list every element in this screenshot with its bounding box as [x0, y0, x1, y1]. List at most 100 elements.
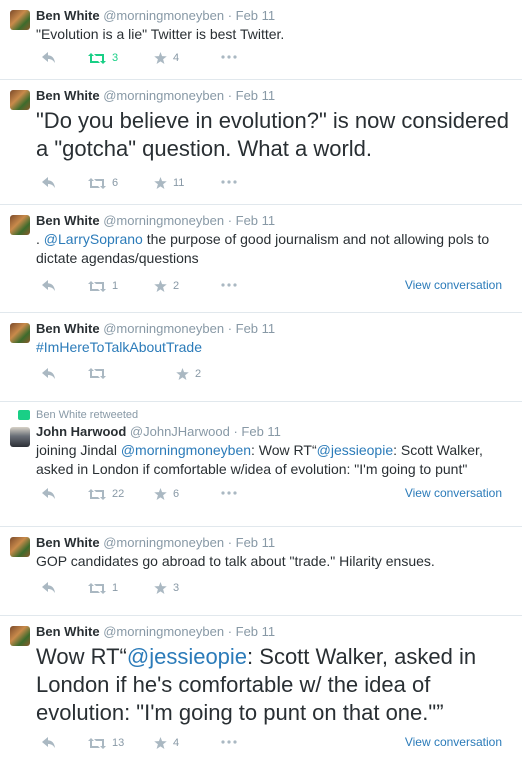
author-name[interactable]: Ben White: [36, 8, 100, 23]
retweet-icon: [88, 177, 106, 189]
tweet-text-part: .: [36, 231, 44, 247]
reply-button[interactable]: [42, 582, 56, 593]
timestamp[interactable]: · Feb 11: [228, 88, 275, 103]
reply-button[interactable]: [42, 488, 56, 499]
author-name[interactable]: Ben White: [36, 535, 100, 550]
avatar[interactable]: [10, 626, 30, 646]
tweet-header: John Harwood @JohnJHarwood · Feb 11: [36, 424, 512, 440]
mention-link[interactable]: @morningmoneyben: [121, 442, 251, 458]
retweet-button[interactable]: 13: [88, 737, 124, 749]
timestamp[interactable]: · Feb 11: [228, 535, 275, 550]
favorite-count: 4: [173, 52, 180, 64]
favorite-button[interactable]: 4: [154, 737, 179, 749]
tweet[interactable]: Ben White @morningmoneyben · Feb 11 GOP …: [0, 527, 522, 616]
avatar[interactable]: [10, 10, 30, 30]
retweet-icon: [88, 582, 106, 594]
author-username[interactable]: @morningmoneyben: [103, 535, 224, 550]
retweet-icon: [88, 488, 106, 500]
more-button[interactable]: [221, 50, 237, 64]
retweeted-by-label[interactable]: Ben White retweeted: [36, 408, 138, 422]
mention-link[interactable]: @jessieopie: [317, 442, 393, 458]
timestamp[interactable]: · Feb 11: [233, 424, 280, 439]
retweet-icon: [88, 280, 106, 292]
retweet-count: 3: [112, 52, 119, 64]
view-conversation-link[interactable]: View conversation: [405, 735, 502, 749]
reply-button[interactable]: [42, 280, 56, 291]
more-button[interactable]: [221, 175, 237, 189]
reply-button[interactable]: [42, 737, 56, 748]
tweet[interactable]: Ben White @morningmoneyben · Feb 11 Wow …: [0, 616, 522, 758]
tweet-actions: 1 3: [36, 574, 512, 604]
tweet-header: Ben White @morningmoneyben · Feb 11: [36, 88, 512, 104]
reply-button[interactable]: [42, 52, 56, 63]
more-button[interactable]: [221, 486, 237, 500]
more-button[interactable]: [221, 735, 237, 749]
reply-icon: [42, 52, 55, 63]
favorite-icon: [154, 177, 167, 189]
author-username[interactable]: @morningmoneyben: [103, 88, 224, 103]
tweet[interactable]: Ben White @morningmoneyben · Feb 11 #ImH…: [0, 313, 522, 402]
tweet-text-part: Wow RT“: [36, 644, 127, 669]
author-username[interactable]: @morningmoneyben: [103, 321, 224, 336]
author-username[interactable]: @morningmoneyben: [103, 8, 224, 23]
hashtag-link[interactable]: #ImHereToTalkAboutTrade: [36, 339, 202, 355]
reply-icon: [42, 488, 55, 499]
author-name[interactable]: Ben White: [36, 88, 100, 103]
author-username[interactable]: @morningmoneyben: [103, 624, 224, 639]
tweet-header: Ben White @morningmoneyben · Feb 11: [36, 8, 512, 24]
retweet-button[interactable]: [88, 368, 106, 379]
favorite-button[interactable]: 3: [154, 582, 179, 594]
author-name[interactable]: Ben White: [36, 321, 100, 336]
retweet-count: 1: [112, 280, 119, 292]
retweet-count: 1: [112, 582, 119, 594]
favorite-count: 3: [173, 582, 180, 594]
mention-link[interactable]: @jessieopie: [127, 644, 247, 669]
timeline: Ben White @morningmoneyben · Feb 11 "Evo…: [0, 0, 522, 758]
more-icon: [221, 180, 237, 184]
tweet[interactable]: Ben White @morningmoneyben · Feb 11 "Do …: [0, 80, 522, 205]
favorite-button[interactable]: 6: [154, 488, 179, 500]
view-conversation-link[interactable]: View conversation: [405, 486, 502, 500]
author-username[interactable]: @morningmoneyben: [103, 213, 224, 228]
favorite-button[interactable]: 2: [176, 368, 201, 380]
tweet[interactable]: Ben White @morningmoneyben · Feb 11 "Evo…: [0, 0, 522, 80]
author-name[interactable]: Ben White: [36, 624, 100, 639]
retweet-button[interactable]: 1: [88, 582, 118, 594]
timestamp[interactable]: · Feb 11: [228, 213, 275, 228]
mention-link[interactable]: @LarrySoprano: [44, 231, 143, 247]
author-username[interactable]: @JohnJHarwood: [130, 424, 230, 439]
view-conversation-link[interactable]: View conversation: [405, 278, 502, 292]
favorite-button[interactable]: 4: [154, 52, 179, 64]
avatar[interactable]: [10, 215, 30, 235]
timestamp[interactable]: · Feb 11: [228, 8, 275, 23]
avatar[interactable]: [10, 537, 30, 557]
reply-icon: [42, 280, 55, 291]
author-name[interactable]: Ben White: [36, 213, 100, 228]
avatar[interactable]: [10, 90, 30, 110]
favorite-count: 6: [173, 488, 180, 500]
tweet-actions: 6 11: [36, 169, 512, 199]
author-name[interactable]: John Harwood: [36, 424, 126, 439]
favorite-button[interactable]: 2: [154, 280, 179, 292]
avatar[interactable]: [10, 427, 30, 447]
timestamp[interactable]: · Feb 11: [228, 321, 275, 336]
retweet-button[interactable]: 6: [88, 177, 118, 189]
avatar[interactable]: [10, 323, 30, 343]
favorite-icon: [154, 488, 167, 500]
reply-button[interactable]: [42, 177, 56, 188]
retweet-button[interactable]: 22: [88, 488, 124, 500]
tweet[interactable]: Ben White retweeted John Harwood @JohnJH…: [0, 402, 522, 527]
retweet-button[interactable]: 3: [88, 52, 118, 64]
tweet-actions: 2: [36, 360, 512, 390]
favorite-button[interactable]: 11: [154, 177, 184, 189]
tweet[interactable]: Ben White @morningmoneyben · Feb 11 . @L…: [0, 205, 522, 313]
favorite-count: 4: [173, 737, 180, 749]
more-button[interactable]: [221, 278, 237, 292]
favorite-icon: [154, 280, 167, 292]
retweet-button[interactable]: 1: [88, 280, 118, 292]
favorite-icon: [154, 737, 167, 749]
tweet-header: Ben White @morningmoneyben · Feb 11: [36, 535, 512, 551]
favorite-count: 2: [173, 280, 180, 292]
timestamp[interactable]: · Feb 11: [228, 624, 275, 639]
reply-button[interactable]: [42, 368, 56, 379]
